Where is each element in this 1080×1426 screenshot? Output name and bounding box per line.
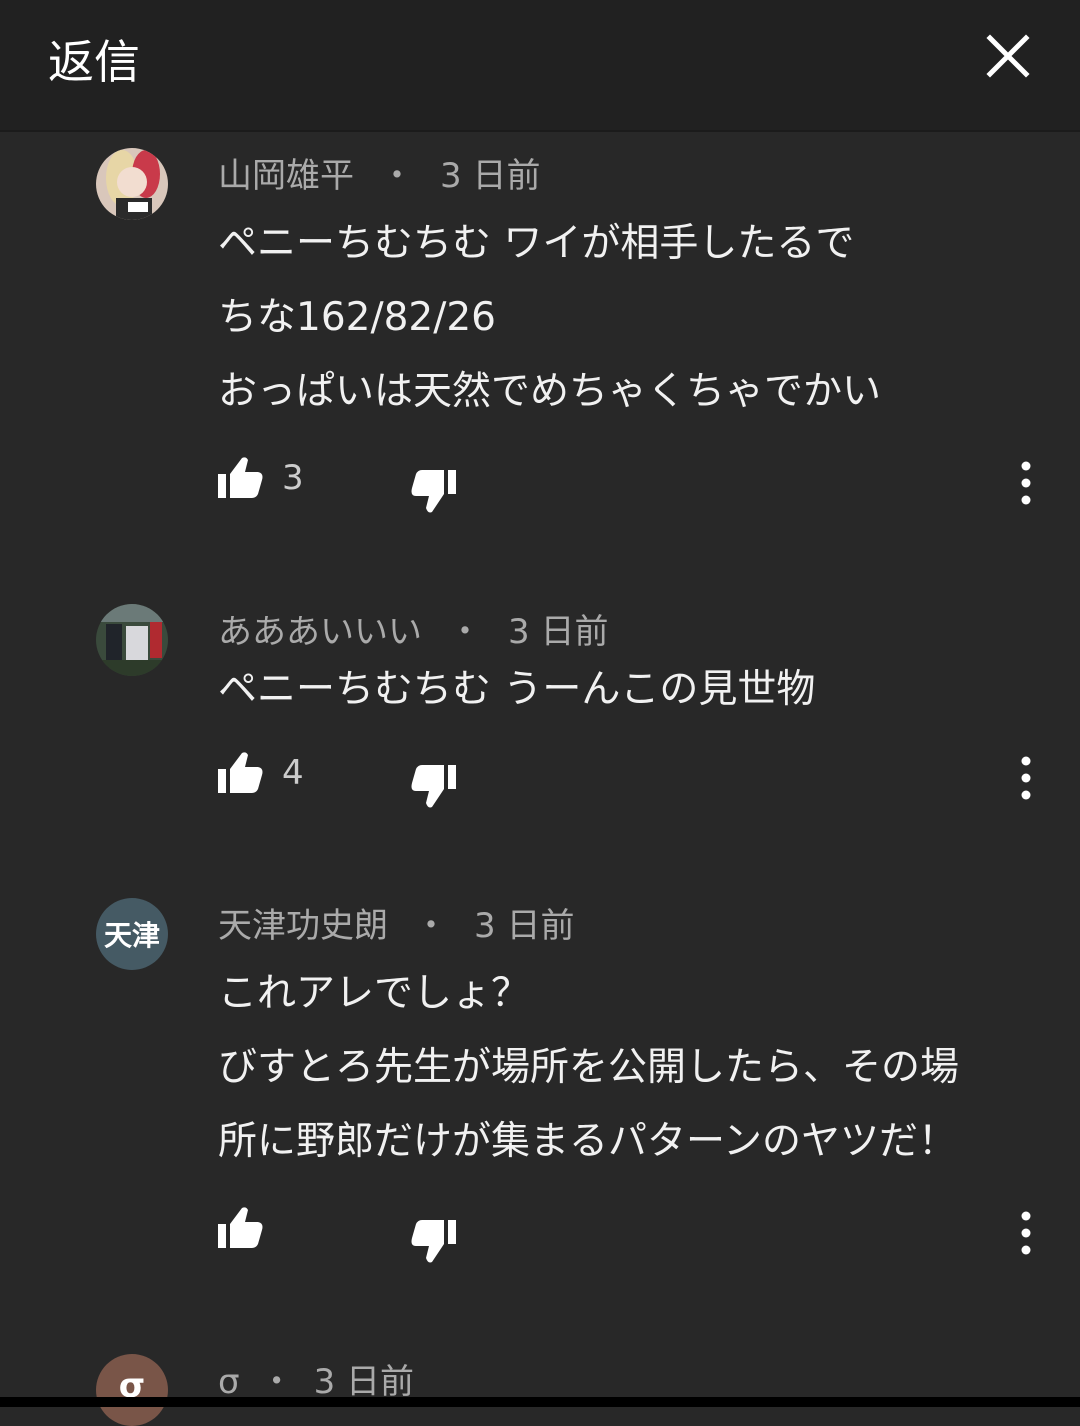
comment-text-line: 所に野郎だけが集まるパターンのヤツだ！ — [218, 1119, 958, 1164]
more-vert-icon — [1021, 756, 1031, 800]
more-vert-icon — [1021, 461, 1031, 505]
comment-text-line: びすとろ先生が場所を公開したら、その場 — [218, 1045, 960, 1090]
avatar[interactable]: 天津 — [96, 898, 168, 970]
like-button[interactable] — [214, 749, 266, 799]
timestamp: 3 日前 — [474, 906, 575, 946]
thumb-down-icon — [411, 470, 456, 513]
comment-text-line: これアレでしょ？ — [218, 971, 531, 1016]
timestamp: 3 日前 — [440, 156, 541, 196]
comment-text-line: おっぱいは天然でめちゃくちゃでかい — [218, 369, 882, 414]
like-count: 4 — [282, 753, 304, 793]
more-options-button[interactable] — [1006, 454, 1046, 514]
comment-meta: 天津功史朗・ 3 日前 — [218, 906, 575, 946]
dislike-button[interactable] — [408, 466, 460, 516]
replies-header: 返信 — [0, 0, 1080, 130]
comment-meta: σ ・ 3 日前 — [218, 1362, 415, 1402]
more-vert-icon — [1021, 1211, 1031, 1255]
dislike-button[interactable] — [408, 761, 460, 811]
more-options-button[interactable] — [1006, 749, 1046, 809]
avatar[interactable] — [96, 604, 168, 676]
like-count: 3 — [282, 458, 304, 498]
like-button[interactable] — [214, 454, 266, 504]
more-options-button[interactable] — [1006, 1204, 1046, 1264]
comment-meta: 山岡雄平・ 3 日前 — [218, 156, 541, 196]
thumb-up-icon — [218, 1207, 263, 1248]
author-name[interactable]: あああいいい — [218, 612, 422, 652]
header-divider — [0, 130, 1080, 132]
author-name[interactable]: 天津功史朗 — [218, 906, 388, 946]
close-icon — [986, 34, 1030, 78]
timestamp: 3 日前 — [508, 612, 609, 652]
thumb-up-icon — [218, 752, 263, 793]
bottom-edge — [0, 1397, 1080, 1407]
thumb-down-icon — [411, 765, 456, 808]
comment-text-line: ペニーちむちむ ワイが相手したるで — [218, 221, 855, 266]
timestamp: 3 日前 — [313, 1362, 415, 1402]
page-title: 返信 — [48, 35, 140, 89]
dislike-button[interactable] — [408, 1216, 460, 1266]
comment-text-line: ペニーちむちむ うーんこの見世物 — [218, 667, 816, 712]
comment-text-line: ちな162/82/26 — [218, 295, 496, 340]
like-button[interactable] — [214, 1204, 266, 1254]
close-button[interactable] — [980, 28, 1036, 84]
thumb-up-icon — [218, 457, 263, 498]
author-name[interactable]: σ — [218, 1362, 240, 1402]
avatar[interactable]: σ — [96, 1354, 168, 1426]
avatar-initials: 天津 — [103, 919, 160, 952]
author-name[interactable]: 山岡雄平 — [218, 156, 354, 196]
thumb-down-icon — [411, 1220, 456, 1263]
comment-meta: あああいいい・ 3 日前 — [218, 612, 609, 652]
avatar[interactable] — [96, 148, 168, 220]
